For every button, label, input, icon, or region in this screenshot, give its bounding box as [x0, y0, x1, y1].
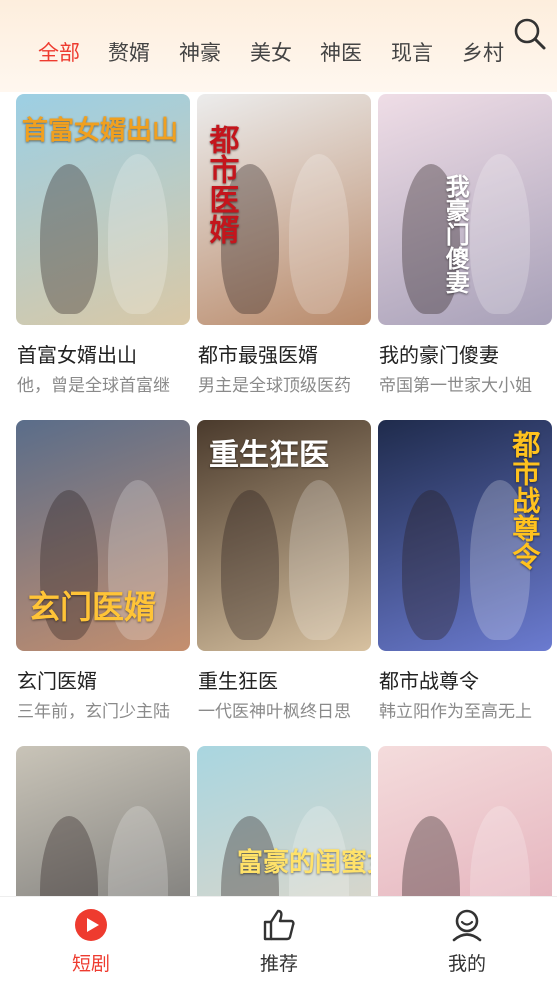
bottom-nav: 短剧 推荐 我的 — [0, 896, 557, 981]
drama-title[interactable]: 都市战尊令 — [379, 665, 555, 694]
drama-poster[interactable]: 都市医婿 — [197, 94, 371, 325]
poster-title: 都市战尊令 — [508, 430, 542, 570]
drama-description: 他，曾是全球首富继 — [17, 376, 170, 396]
tab-modern-romance[interactable]: 现言 — [391, 36, 433, 70]
search-icon[interactable] — [512, 16, 548, 52]
tab-son-in-law[interactable]: 赘婿 — [108, 36, 150, 70]
actor-figure — [108, 154, 168, 314]
nav-label: 推荐 — [259, 953, 298, 975]
actor-figure — [289, 154, 349, 314]
poster-title: 我豪门傻妻 — [441, 174, 470, 294]
thumbs-up-icon — [261, 907, 297, 943]
actor-figure — [221, 490, 279, 640]
poster-title: 玄门医婿 — [28, 588, 157, 626]
drama-poster[interactable] — [16, 746, 190, 896]
drama-description: 韩立阳作为至高无上 — [379, 702, 532, 722]
drama-poster[interactable]: 我豪门傻妻 — [378, 94, 552, 325]
nav-label: 我的 — [447, 953, 486, 975]
drama-title[interactable]: 重生狂医 — [198, 665, 374, 694]
actor-figure — [402, 490, 460, 640]
nav-mine[interactable]: 我的 — [397, 897, 537, 981]
drama-poster[interactable]: 富豪的闺蜜女神 — [197, 746, 371, 896]
tab-all[interactable]: 全部 — [38, 36, 80, 70]
play-circle-icon — [73, 907, 109, 943]
top-bar: 全部 赘婿 神豪 美女 神医 现言 乡村 — [0, 0, 557, 92]
actor-figure — [289, 480, 349, 640]
drama-title[interactable]: 玄门医婿 — [17, 665, 193, 694]
user-icon — [449, 907, 485, 943]
drama-description: 男主是全球顶级医药 — [198, 376, 351, 396]
actor-figure — [40, 164, 98, 314]
actor-figure — [402, 816, 460, 896]
nav-short-drama[interactable]: 短剧 — [21, 897, 161, 981]
drama-description: 帝国第一世家大小姐 — [379, 376, 532, 396]
nav-recommend[interactable]: 推荐 — [209, 897, 349, 981]
actor-figure — [470, 806, 530, 896]
tab-doctor[interactable]: 神医 — [320, 36, 362, 70]
tab-beauty[interactable]: 美女 — [250, 36, 292, 70]
drama-poster[interactable]: 重生狂医 — [197, 420, 371, 651]
drama-title[interactable]: 都市最强医婿 — [198, 339, 374, 368]
actor-figure — [470, 154, 530, 314]
poster-title: 重生狂医 — [209, 438, 329, 473]
drama-title[interactable]: 首富女婿出山 — [17, 339, 193, 368]
poster-title: 首富女婿出山 — [22, 116, 179, 146]
poster-title: 都市医婿 — [203, 124, 239, 244]
category-tabs: 全部 赘婿 神豪 美女 神医 现言 乡村 — [0, 36, 510, 72]
poster-title: 富豪的闺蜜女神 — [237, 848, 371, 878]
drama-poster[interactable]: 玄门医婿 — [16, 420, 190, 651]
drama-description: 一代医神叶枫终日思 — [198, 702, 351, 722]
drama-poster[interactable] — [378, 746, 552, 896]
drama-poster[interactable]: 首富女婿出山 — [16, 94, 190, 325]
actor-figure — [40, 816, 98, 896]
tab-tycoon[interactable]: 神豪 — [179, 36, 221, 70]
tab-countryside[interactable]: 乡村 — [462, 36, 504, 70]
drama-title[interactable]: 我的豪门傻妻 — [379, 339, 555, 368]
drama-poster[interactable]: 都市战尊令 — [378, 420, 552, 651]
drama-description: 三年前，玄门少主陆 — [17, 702, 170, 722]
drama-grid: 首富女婿出山 首富女婿出山 他，曾是全球首富继 都市医婿 都市最强医婿 男主是全球顶级医药… — [0, 92, 557, 896]
actor-figure — [108, 806, 168, 896]
nav-label: 短剧 — [71, 953, 110, 975]
